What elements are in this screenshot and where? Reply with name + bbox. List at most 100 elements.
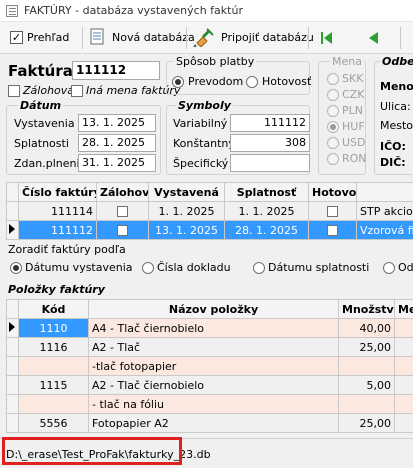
col-splatnost[interactable]: Splatnosť [224,182,309,202]
row-header[interactable] [6,356,19,376]
mena-option-skk: SKK [342,72,364,85]
mena-option-pln: PLN [342,104,363,117]
items-table: Kód Názov položky Množstvo Mer 1110A4 - … [6,299,413,433]
kod-cell: 1116 [18,337,89,357]
table-row-selected[interactable]: 111112 13. 1. 2025 28. 1. 2025 Vzorová f… [6,220,413,240]
mnozstvo-cell [338,356,395,376]
zalohova-label: Zálohová [23,84,75,97]
sort-option-datum-splatnosti: Dátumu splatnosti [268,261,370,274]
col-nazov-polozky[interactable]: Názov položky [88,299,339,319]
zalohova-cell[interactable] [96,220,149,240]
item-row[interactable]: 1116 A2 - Tlač 25,00 [6,337,413,357]
row-header[interactable] [6,394,19,414]
row-header[interactable] [6,337,19,357]
item-row[interactable]: 1115 A2 - Tlač čiernobielo 5,00 [6,375,413,395]
hotovost-cell[interactable] [308,201,357,221]
mena-radio-ron[interactable] [327,153,339,165]
dic-label: DIČ: [380,156,406,169]
col-hotovost[interactable]: Hotovosť [308,182,357,202]
symboly-header: Symboly [176,99,233,112]
ina-mena-checkbox[interactable] [71,85,83,97]
ulica-label: Ulica: [380,100,411,113]
toolbar-separator [400,27,401,49]
sort-radio-datum-splatnosti[interactable] [253,262,265,274]
mena-radio-pln[interactable] [327,105,339,117]
hotovost-cell[interactable] [308,220,357,240]
ico-label: IČO: [380,140,406,153]
vystavena-cell: 13. 1. 2025 [148,220,225,240]
zdan-plnenia-label: Zdan.plnenia [14,157,87,170]
mena-radio-skk[interactable] [327,73,339,85]
prehlad-checkbox[interactable]: ✓ [10,31,23,44]
odberatel-cell: Vzorová firma [356,220,413,240]
toolbar-separator [82,27,83,49]
table-row[interactable]: 111114 1. 1. 2025 1. 1. 2025 STP akciová… [6,201,413,221]
mer-cell [394,375,413,395]
zdan-plnenia-field[interactable]: 31. 1. 2025 [78,154,156,172]
row-header[interactable] [6,220,19,240]
zalohova-checkbox[interactable] [117,225,128,236]
zalohova-checkbox[interactable] [117,206,128,217]
item-row[interactable]: 5556 Fotopapier A2 25,00 [6,413,413,433]
previous-record-button[interactable] [366,28,384,48]
mena-radio-usd[interactable] [327,137,339,149]
item-row[interactable]: - tlač na fóliu [6,394,413,414]
col-mnozstvo[interactable]: Množstvo [338,299,395,319]
vystavenia-label: Vystavenia [14,117,75,130]
row-pointer-icon [9,321,15,332]
toolbar-separator [186,27,187,49]
kod-cell [18,394,89,414]
kod-cell: 5556 [18,413,89,433]
new-database-button[interactable]: Nová databáza [90,28,195,48]
col-odberatel[interactable] [356,182,413,202]
odberatel-header: Odber [380,55,413,68]
invoices-table: Číslo faktúry Zálohová Vystavená Splatno… [6,182,413,240]
col-mer[interactable]: Mer [394,299,413,319]
first-record-button[interactable] [320,28,338,48]
sort-radio-datum-vystavenia[interactable] [10,262,22,274]
specificky-field[interactable] [230,154,310,172]
item-row[interactable]: 1110 A4 - Tlač čiernobielo 40,00 [6,318,413,338]
hotovost-checkbox[interactable] [327,225,338,236]
sort-radio-cisla-dokladu[interactable] [142,262,154,274]
row-header[interactable] [6,413,19,433]
row-header[interactable] [6,375,19,395]
splatnost-cell: 1. 1. 2025 [224,201,309,221]
col-kod[interactable]: Kód [18,299,89,319]
konstantny-field[interactable]: 308 [230,134,310,152]
zalohova-cell[interactable] [96,201,149,221]
col-vystavena[interactable]: Vystavená [148,182,225,202]
row-header[interactable] [6,318,19,338]
splatnosti-field[interactable]: 28. 1. 2025 [78,134,156,152]
row-header[interactable] [6,201,19,221]
prevodom-radio[interactable] [172,76,184,88]
mena-radio-huf[interactable] [327,121,339,133]
row-pointer-icon [9,223,15,234]
zalohova-checkbox[interactable] [8,85,20,97]
previous-arrow-icon [369,32,378,44]
item-row[interactable]: -tlač fotopapier [6,356,413,376]
invoice-label: Faktúra: [8,62,79,80]
mena-header: Mena [330,55,364,68]
splatnosti-label: Splatnosti [14,137,69,150]
mer-cell [394,394,413,414]
connect-database-button[interactable]: Pripojiť databázu [193,28,314,48]
datum-header: Dátum [18,99,64,112]
hotovost-checkbox[interactable] [327,206,338,217]
col-zalohova[interactable]: Zálohová [96,182,149,202]
nazov-cell: A2 - Tlač [88,337,339,357]
nazov-cell: -tlač fotopapier [88,356,339,376]
nazov-cell: A4 - Tlač čiernobielo [88,318,339,338]
variabilny-field[interactable]: 111112 [230,114,310,132]
vystavenia-field[interactable]: 13. 1. 2025 [78,114,156,132]
hotovost-radio[interactable] [246,76,258,88]
invoice-number-field[interactable]: 111112 [72,61,160,80]
new-document-icon [90,28,104,45]
nazov-cell: Fotopapier A2 [88,413,339,433]
col-cislo-faktury[interactable]: Číslo faktúry [18,182,97,202]
items-header: Položky faktúry [8,283,105,296]
mena-radio-czk[interactable] [327,89,339,101]
plug-icon [193,28,214,47]
sort-radio-odberatel[interactable] [383,262,395,274]
mnozstvo-cell: 25,00 [338,337,395,357]
